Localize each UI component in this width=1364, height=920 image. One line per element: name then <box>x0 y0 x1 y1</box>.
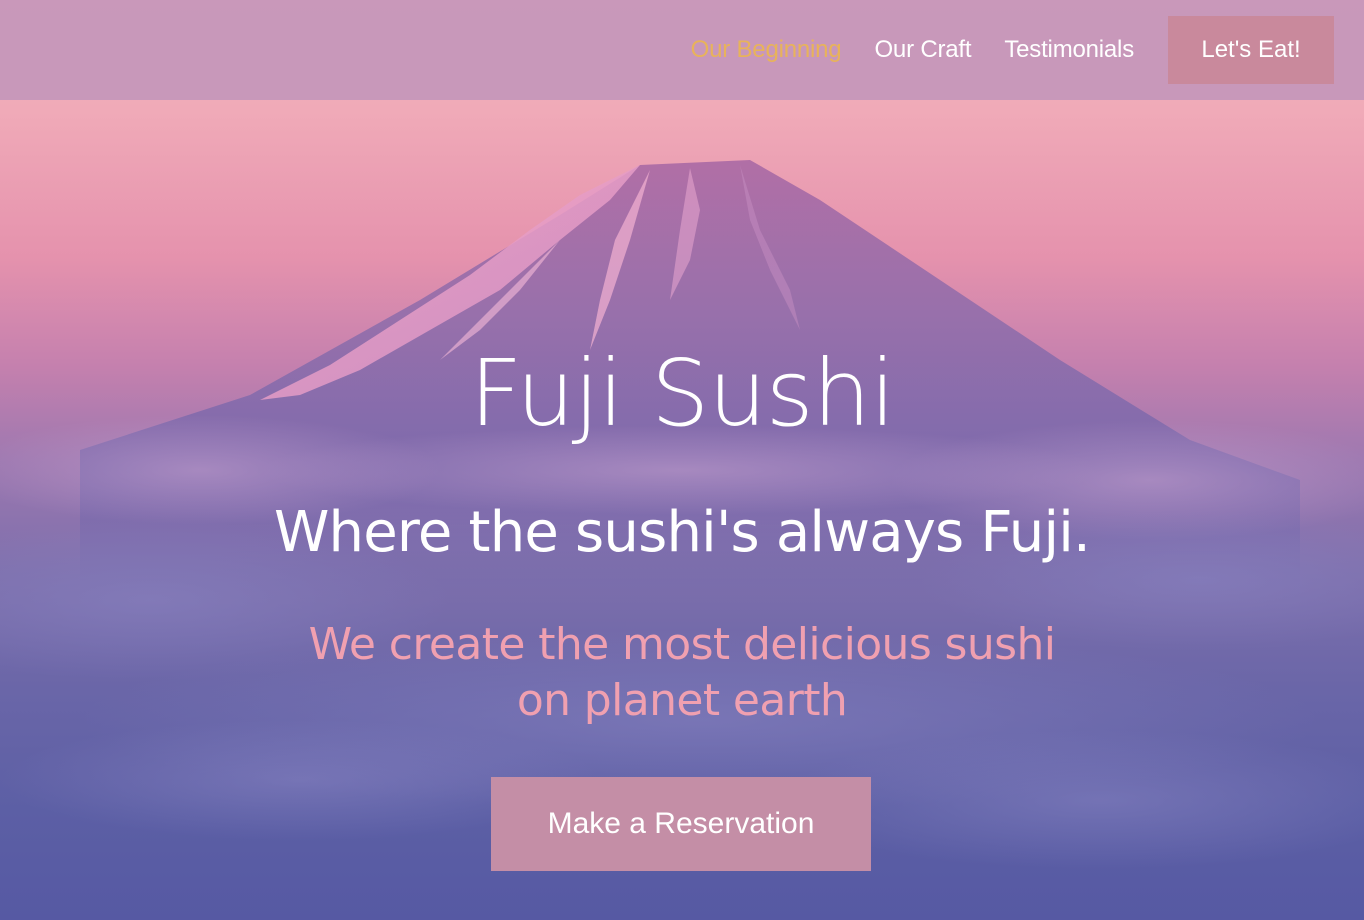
hero-tagline: Where the sushi's always Fuji. <box>273 500 1091 565</box>
hero-subline: We create the most delicious sushi on pl… <box>308 619 1056 726</box>
nav-link-our-beginning[interactable]: Our Beginning <box>691 36 842 64</box>
make-reservation-button[interactable]: Make a Reservation <box>491 777 871 871</box>
top-navbar: Our Beginning Our Craft Testimonials Let… <box>0 0 1364 100</box>
lets-eat-button[interactable]: Let's Eat! <box>1168 16 1334 84</box>
hero-title: Fuji Sushi <box>469 340 895 447</box>
nav-link-testimonials[interactable]: Testimonials <box>1004 36 1134 64</box>
hero-section: Fuji Sushi Where the sushi's always Fuji… <box>0 0 1364 920</box>
nav-link-our-craft[interactable]: Our Craft <box>874 36 971 64</box>
